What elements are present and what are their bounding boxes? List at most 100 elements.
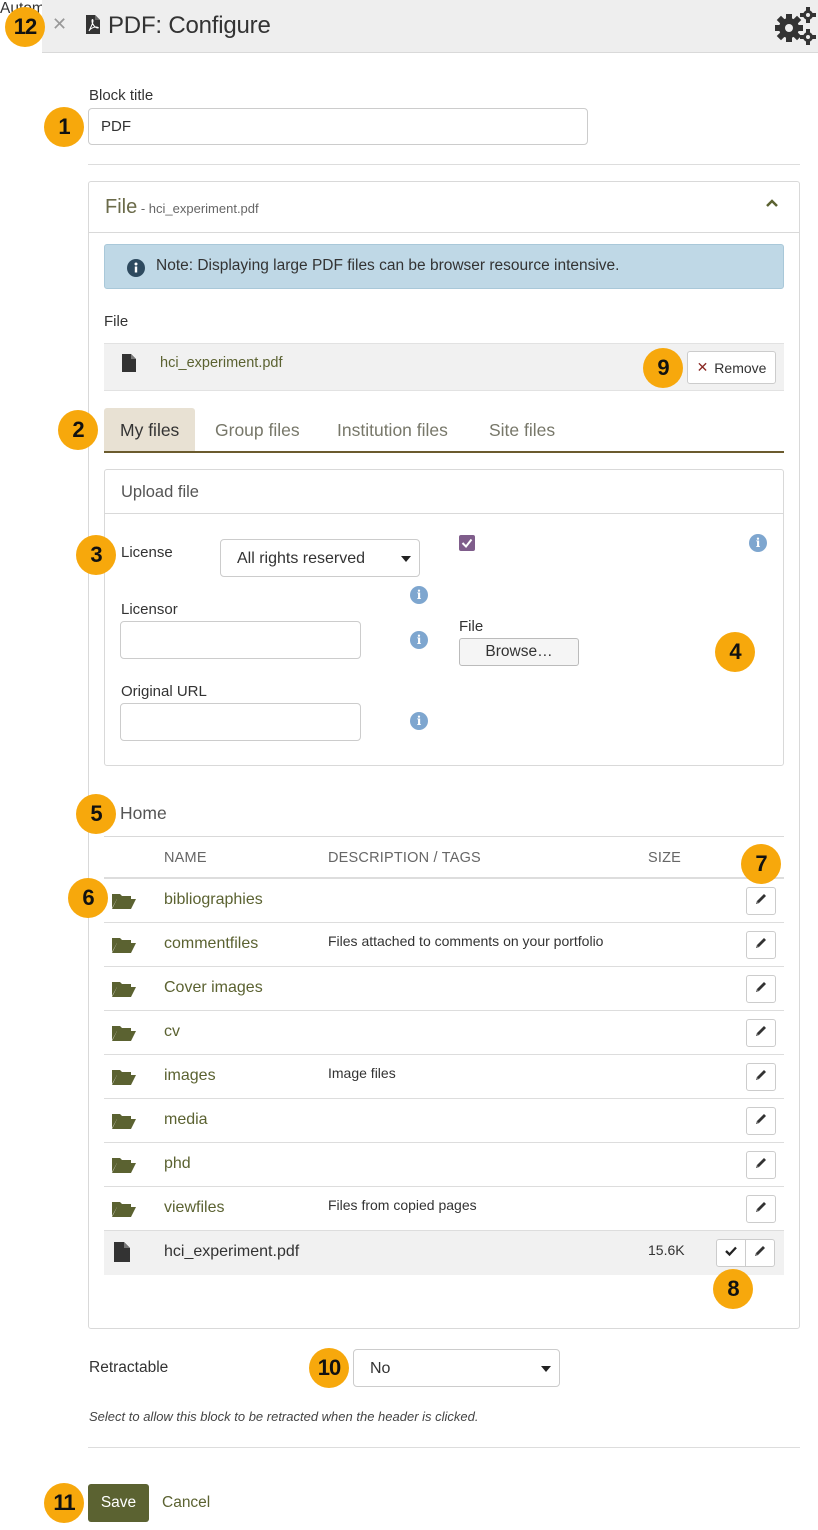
edit-button[interactable] <box>746 1195 776 1223</box>
file-name[interactable]: media <box>164 1111 208 1129</box>
tab-my-files[interactable]: My files <box>104 408 196 451</box>
tab-group-files[interactable]: Group files <box>199 408 316 451</box>
edit-button[interactable] <box>746 1107 776 1135</box>
upload-file-label: File <box>459 618 484 635</box>
tab-site-files[interactable]: Site files <box>473 408 571 451</box>
file-panel-header[interactable]: File - hci_experiment.pdf <box>89 182 799 233</box>
folder-row[interactable]: images Image files <box>104 1055 784 1099</box>
info-icon[interactable]: i <box>749 534 767 552</box>
file-name[interactable]: Cover images <box>164 979 263 997</box>
upload-file-title: Upload file <box>121 483 199 501</box>
file-name[interactable]: cv <box>164 1023 180 1041</box>
retractable-select[interactable]: No <box>353 1349 560 1387</box>
upload-file-header: Upload file <box>105 470 783 514</box>
file-row[interactable]: hci_experiment.pdf 15.6K <box>104 1231 784 1275</box>
folder-row[interactable]: media <box>104 1099 784 1143</box>
browse-button[interactable]: Browse… <box>459 638 579 666</box>
info-icon[interactable]: i <box>410 586 428 604</box>
info-alert: Note: Displaying large PDF files can be … <box>104 244 784 289</box>
licensor-input[interactable] <box>120 621 361 659</box>
block-title-input[interactable] <box>88 108 588 145</box>
annotation-badge-12: 12 <box>5 7 45 47</box>
pencil-icon <box>754 1156 768 1174</box>
retractable-value: No <box>370 1360 391 1377</box>
gears-icon[interactable] <box>772 6 816 46</box>
close-icon[interactable]: ✕ <box>52 14 67 35</box>
divider <box>88 164 800 165</box>
folder-open-icon <box>112 1201 136 1221</box>
file-description: Files from copied pages <box>328 1197 477 1213</box>
cancel-link[interactable]: Cancel <box>162 1494 210 1512</box>
folder-row[interactable]: phd <box>104 1143 784 1187</box>
resize-images-checkbox[interactable] <box>459 535 475 551</box>
file-description: Image files <box>328 1065 396 1081</box>
folder-row[interactable]: viewfiles Files from copied pages <box>104 1187 784 1231</box>
annotation-badge-4: 4 <box>715 632 755 672</box>
info-icon[interactable]: i <box>410 712 428 730</box>
retractable-help-text: Select to allow this block to be retract… <box>89 1409 479 1424</box>
annotation-badge-1: 1 <box>44 107 84 147</box>
edit-button[interactable] <box>745 1239 775 1267</box>
folder-row[interactable]: bibliographies <box>104 879 784 923</box>
file-icon <box>114 1242 130 1266</box>
folder-row[interactable]: Cover images <box>104 967 784 1011</box>
pencil-icon <box>754 1068 768 1086</box>
file-name[interactable]: phd <box>164 1155 191 1173</box>
check-icon <box>724 1244 738 1262</box>
file-name[interactable]: bibliographies <box>164 891 263 909</box>
file-icon <box>122 354 136 372</box>
retractable-label: Retractable <box>89 1359 169 1376</box>
edit-button[interactable] <box>746 887 776 915</box>
folder-breadcrumb-home[interactable]: Home <box>120 803 167 824</box>
info-icon[interactable]: i <box>410 631 428 649</box>
check-icon <box>461 538 473 549</box>
caret-down-icon <box>541 1366 551 1372</box>
file-size: 15.6K <box>648 1242 685 1258</box>
folder-row[interactable]: cv <box>104 1011 784 1055</box>
license-select[interactable]: All rights reserved <box>220 539 420 577</box>
pencil-icon <box>754 892 768 910</box>
edit-button[interactable] <box>746 1151 776 1179</box>
edit-button[interactable] <box>746 1019 776 1047</box>
file-description: Files attached to comments on your portf… <box>328 933 604 949</box>
chevron-up-icon[interactable] <box>765 196 779 210</box>
file-name[interactable]: commentfiles <box>164 935 258 953</box>
folder-open-icon <box>112 1025 136 1045</box>
remove-icon: ✕ <box>696 359 709 375</box>
remove-label: Remove <box>714 359 767 376</box>
file-name[interactable]: images <box>164 1067 216 1085</box>
original-url-input[interactable] <box>120 703 361 741</box>
pencil-icon <box>753 1244 767 1262</box>
pencil-icon <box>754 1112 768 1130</box>
file-label: File <box>104 313 129 330</box>
file-panel-title-text: File <box>105 196 138 218</box>
edit-button[interactable] <box>746 1063 776 1091</box>
pencil-icon <box>754 936 768 954</box>
modal-title: PDF: Configure <box>108 12 271 39</box>
files-table-header: NAME DESCRIPTION / TAGS SIZE <box>104 836 784 879</box>
file-panel-subtitle: - hci_experiment.pdf <box>137 201 259 216</box>
caret-down-icon <box>401 556 411 562</box>
selected-file-name[interactable]: hci_experiment.pdf <box>160 355 283 371</box>
file-pdf-icon <box>86 15 100 34</box>
info-circle-icon <box>127 259 145 277</box>
edit-button[interactable] <box>746 931 776 959</box>
edit-button[interactable] <box>746 975 776 1003</box>
file-name[interactable]: hci_experiment.pdf <box>164 1243 299 1261</box>
select-file-button[interactable] <box>716 1239 746 1267</box>
folder-open-icon <box>112 1157 136 1177</box>
folder-open-icon <box>112 1113 136 1133</box>
tab-institution-files[interactable]: Institution files <box>321 408 464 451</box>
remove-button[interactable]: ✕ Remove <box>687 351 776 384</box>
folder-row[interactable]: commentfiles Files attached to comments o… <box>104 923 784 967</box>
column-header-name: NAME <box>164 850 207 866</box>
info-alert-message: Note: Displaying large PDF files can be … <box>156 257 620 274</box>
annotation-badge-11: 11 <box>44 1483 84 1523</box>
annotation-badge-10: 10 <box>309 1348 349 1388</box>
annotation-badge-2: 2 <box>58 410 98 450</box>
folder-open-icon <box>112 937 136 957</box>
license-value: All rights reserved <box>237 550 366 567</box>
file-name[interactable]: viewfiles <box>164 1199 224 1217</box>
pencil-icon <box>754 1024 768 1042</box>
save-button[interactable]: Save <box>88 1484 149 1522</box>
